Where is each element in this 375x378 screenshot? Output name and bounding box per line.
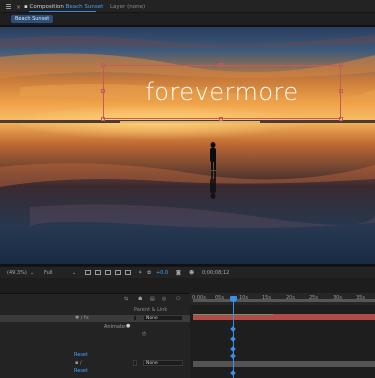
show-snapshot-icon[interactable]: ☻ — [189, 269, 194, 277]
sunset-footage — [0, 27, 375, 264]
transform-handle[interactable] — [339, 63, 343, 67]
zoom-dropdown[interactable]: (49.3%) — [7, 269, 27, 277]
viewer-toolbar: (49.3%) ⌄ Full ⌄ ⚘ ✿ +0.0 ◙ ☻ 0;00;08;12 — [0, 266, 375, 278]
grid-guides-icon[interactable] — [115, 270, 121, 275]
resolution-dropdown[interactable]: Full — [44, 269, 53, 277]
add-animator-icon[interactable]: ● — [126, 323, 130, 329]
current-time-display[interactable]: 0;00;08;12 — [202, 269, 229, 277]
tab-layer[interactable]: Layer (none) — [110, 3, 145, 12]
stopwatch-icon[interactable]: ◴ — [142, 331, 146, 337]
channel-icon[interactable] — [125, 270, 131, 275]
parent-dropdown[interactable]: None — [143, 315, 183, 321]
parent-pickwhip-icon[interactable] — [133, 360, 137, 366]
chevron-down-icon[interactable]: ⌄ — [30, 269, 34, 277]
transform-handle[interactable] — [101, 89, 105, 93]
transparency-grid-icon[interactable] — [95, 270, 101, 275]
motion-blur-icon[interactable]: ◎ — [162, 296, 166, 302]
frame-blend-icon[interactable]: ▤ — [150, 296, 155, 302]
tab-composition-name: Beach Sunset — [65, 4, 104, 10]
transform-handle[interactable] — [219, 63, 223, 67]
layer-switches-icon[interactable]: ▪ ∕ — [75, 360, 82, 366]
mask-visibility-icon[interactable] — [105, 270, 111, 275]
composition-viewer[interactable]: forevermore — [0, 25, 375, 266]
transform-handle[interactable] — [339, 117, 343, 121]
chevron-down-icon[interactable]: ⌄ — [72, 269, 76, 277]
layer-row[interactable]: ▪ ∕ None — [0, 360, 190, 367]
parent-pickwhip-icon[interactable] — [133, 315, 137, 321]
layer-switches-icon[interactable]: ✱ ∕ fx — [75, 315, 89, 321]
panel-menu-icon[interactable] — [6, 4, 11, 9]
close-icon[interactable]: × — [16, 4, 21, 11]
animate-label: Animate: — [104, 324, 127, 330]
transform-handle[interactable] — [101, 117, 105, 121]
transform-handle[interactable] — [101, 63, 105, 67]
transform-handle[interactable] — [339, 89, 343, 93]
work-area-bar[interactable] — [193, 299, 375, 302]
region-of-interest-icon[interactable] — [85, 270, 91, 275]
graph-editor-icon[interactable]: ⎔ — [176, 296, 180, 302]
playhead-handle[interactable] — [230, 296, 237, 302]
reset-link[interactable]: Reset — [74, 352, 88, 358]
exposure-value[interactable]: +0.0 — [156, 269, 168, 277]
composition-navigator: Beach Sunset — [0, 13, 375, 25]
layer-duration-bar[interactable] — [193, 361, 375, 367]
active-tab-underline — [29, 11, 96, 12]
color-management-icon[interactable]: ⚘ — [138, 269, 142, 277]
layer-row-selected[interactable]: ✱ ∕ fx None — [0, 315, 190, 322]
tab-composition-label: Composition — [29, 4, 64, 10]
snapshot-camera-icon[interactable]: ◙ — [176, 269, 181, 277]
composition-chip[interactable]: Beach Sunset — [11, 15, 54, 23]
transform-handle[interactable] — [219, 117, 223, 121]
reset-link[interactable]: Reset — [74, 368, 88, 374]
playhead-line[interactable] — [233, 296, 234, 378]
shy-icon[interactable]: ☗ — [138, 296, 142, 302]
exposure-reset-icon[interactable]: ✿ — [147, 269, 151, 277]
panel-divider — [0, 278, 375, 293]
parent-link-header: Parent & Link — [134, 307, 168, 313]
parent-dropdown[interactable]: None — [143, 360, 183, 366]
layer-list: Parent & Link ✱ ∕ fx None Animate: ● ◴ R… — [0, 305, 190, 378]
composition-panel-tabbar: × ▪ Composition Beach Sunset Layer (none… — [0, 0, 375, 13]
solo-toggle-icon[interactable]: ⇆ — [124, 296, 128, 302]
layer-bounding-box[interactable] — [101, 63, 343, 121]
